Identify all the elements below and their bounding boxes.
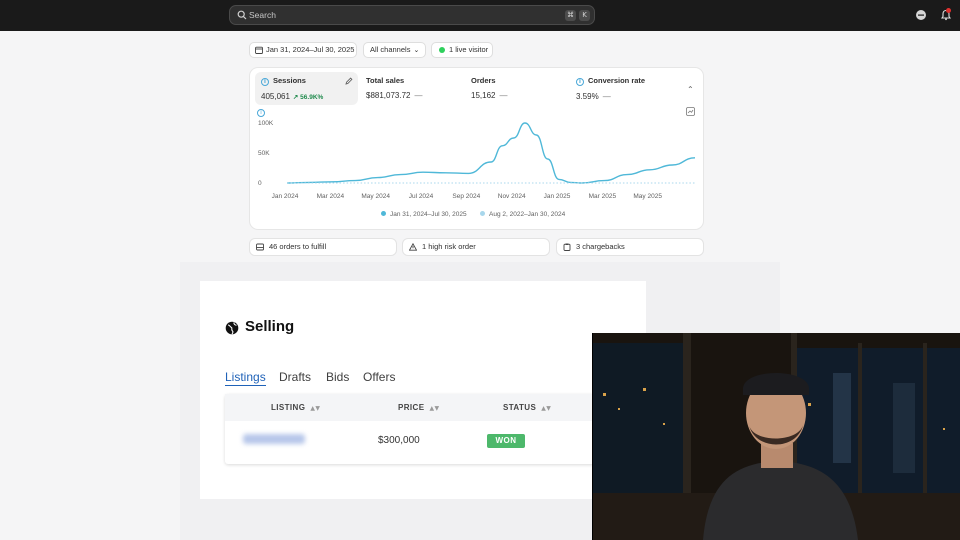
listings-table: LISTING ▲▼ PRICE ▲▼ STATUS ▲▼ $300,000 WON xyxy=(225,394,595,464)
column-header-price[interactable]: PRICE ▲▼ xyxy=(398,403,439,412)
x-tick-label: Nov 2024 xyxy=(498,193,526,200)
date-range-filter[interactable]: Jan 31, 2024–Jul 30, 2025 xyxy=(249,42,357,58)
x-tick-label: Jan 2025 xyxy=(544,193,571,200)
orders-to-fulfill-button[interactable]: 46 orders to fulfill xyxy=(249,238,397,256)
live-dot-icon xyxy=(439,47,445,53)
chevron-down-icon: ⌄ xyxy=(413,47,420,54)
alert-label: 1 high risk order xyxy=(422,242,476,251)
inbox-icon xyxy=(256,243,264,251)
calendar-icon xyxy=(255,46,263,54)
k-key: K xyxy=(579,10,590,21)
webcam-overlay xyxy=(592,333,960,540)
legend-current: Jan 31, 2024–Jul 30, 2025 xyxy=(381,211,467,218)
x-tick-label: Sep 2024 xyxy=(452,193,480,200)
channels-filter[interactable]: All channels ⌄ xyxy=(363,42,426,58)
top-bar: Search ⌘ K xyxy=(0,0,960,31)
sort-icon: ▲▼ xyxy=(310,405,321,412)
x-tick-label: Mar 2025 xyxy=(589,193,617,200)
search-icon xyxy=(237,10,247,20)
sort-icon: ▲▼ xyxy=(429,405,440,412)
series-line-current xyxy=(286,122,696,184)
column-label: LISTING xyxy=(271,403,306,412)
y-tick-label: 100K xyxy=(258,120,274,127)
table-header: LISTING ▲▼ PRICE ▲▼ STATUS ▲▼ xyxy=(225,394,595,421)
status-badge: WON xyxy=(487,434,525,448)
page-title: Selling xyxy=(225,318,294,335)
page-title-text: Selling xyxy=(245,318,295,335)
tab-offers[interactable]: Offers xyxy=(363,370,395,384)
analytics-card: i Sessions 405,061 ↗ 56.9K% Total sales $8… xyxy=(249,67,704,230)
column-header-status[interactable]: STATUS ▲▼ xyxy=(503,403,551,412)
date-range-label: Jan 31, 2024–Jul 30, 2025 xyxy=(266,45,355,54)
live-visitors-label: 1 live visitor xyxy=(449,45,489,54)
store-icon[interactable] xyxy=(915,9,927,21)
tab-listings[interactable]: Listings xyxy=(225,370,266,386)
chargebacks-button[interactable]: 3 chargebacks xyxy=(556,238,704,256)
y-tick-label: 0 xyxy=(258,180,262,187)
high-risk-order-button[interactable]: 1 high risk order xyxy=(402,238,550,256)
clipboard-icon xyxy=(563,243,571,251)
search-placeholder: Search xyxy=(249,10,276,20)
channels-label: All channels xyxy=(370,45,411,54)
notification-badge xyxy=(946,8,951,13)
warning-icon xyxy=(409,243,417,251)
alert-label: 46 orders to fulfill xyxy=(269,242,327,251)
command-key: ⌘ xyxy=(565,10,576,21)
column-header-listing[interactable]: LISTING ▲▼ xyxy=(271,403,320,412)
x-tick-label: Mar 2024 xyxy=(317,193,345,200)
tab-drafts[interactable]: Drafts xyxy=(279,370,311,384)
column-label: STATUS xyxy=(503,403,537,412)
sessions-line-chart: 100K 50K 0 Jan 2024 Mar 2024 May 2024 Jul 2024… xyxy=(258,120,696,200)
webcam-scene-image xyxy=(593,333,960,540)
legend-swatch-current xyxy=(381,211,386,216)
selling-panel: Selling Listings Drafts Bids Offers LIST… xyxy=(200,281,646,499)
y-tick-label: 50K xyxy=(258,150,270,157)
alert-label: 3 chargebacks xyxy=(576,242,625,251)
live-visitors-pill[interactable]: 1 live visitor xyxy=(431,42,493,58)
search-bar[interactable]: Search ⌘ K xyxy=(229,5,595,25)
x-tick-label: Jan 2024 xyxy=(272,193,299,200)
legend-label: Aug 2, 2022–Jan 30, 2024 xyxy=(489,211,566,218)
listing-price: $300,000 xyxy=(378,435,420,446)
sort-icon: ▲▼ xyxy=(541,405,552,412)
x-tick-label: May 2024 xyxy=(361,193,390,200)
tab-bids[interactable]: Bids xyxy=(326,370,349,384)
legend-label: Jan 31, 2024–Jul 30, 2025 xyxy=(390,211,467,218)
x-tick-label: May 2025 xyxy=(633,193,662,200)
column-label: PRICE xyxy=(398,403,425,412)
x-tick-label: Jul 2024 xyxy=(409,193,434,200)
legend-previous: Aug 2, 2022–Jan 30, 2024 xyxy=(480,211,565,218)
legend-swatch-previous xyxy=(480,211,485,216)
listing-name-blurred[interactable] xyxy=(243,434,305,444)
